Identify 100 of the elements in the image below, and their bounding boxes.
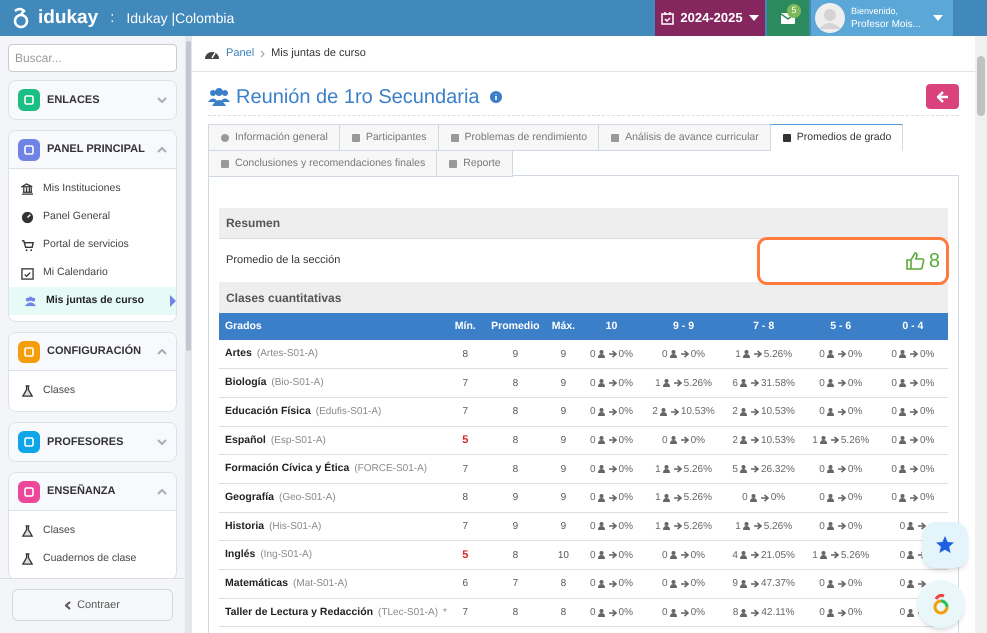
sidebar-item[interactable]: Clases xyxy=(9,377,176,405)
student-count: 0 xyxy=(900,606,906,620)
section-title: ENLACES xyxy=(47,92,101,108)
table-cell: 9 xyxy=(483,512,548,541)
subject-code: (His-S01-A) xyxy=(269,520,322,532)
student-count: 0 xyxy=(900,577,906,592)
section-header[interactable]: ENLACES xyxy=(9,81,176,119)
subject-code: (FORCE-S01-A) xyxy=(354,463,428,474)
breadcrumb-link[interactable]: Panel xyxy=(226,45,254,62)
student-count: 0 xyxy=(891,462,897,477)
student-count: 0 xyxy=(590,348,596,362)
subject-name: Inglés xyxy=(225,548,256,560)
table-cell: 8 xyxy=(447,340,484,369)
percentage: 0% xyxy=(848,376,862,391)
student-count: 0 xyxy=(590,405,596,420)
subject-code: (Ing-S01-A) xyxy=(260,549,312,560)
table-cell: 9 xyxy=(547,368,580,398)
section-header[interactable]: PANEL PRINCIPAL xyxy=(9,131,176,169)
section-header[interactable]: PROFESORES xyxy=(9,423,176,461)
percentage: 5.26% xyxy=(684,462,712,477)
table-cell: 8 xyxy=(483,540,548,570)
percentage: 47.37% xyxy=(760,577,795,592)
percentage: 5.26% xyxy=(840,548,870,563)
user-name: Profesor Mois... xyxy=(851,18,922,31)
student-count: 0 xyxy=(900,548,906,563)
student-count: 0 xyxy=(662,606,668,620)
subject-code: (Esp-S01-A) xyxy=(270,434,326,446)
percentage: 0% xyxy=(848,348,862,362)
percentage: 5.26% xyxy=(684,376,712,391)
student-count: 0 xyxy=(819,491,825,506)
section-header[interactable]: ENSEÑANZA xyxy=(9,473,176,511)
column-header: 5 - 6 xyxy=(804,313,878,340)
table-cell: 8 xyxy=(547,598,580,627)
tab[interactable]: Promedios de grado xyxy=(770,124,904,151)
student-count: 1 xyxy=(812,434,818,448)
percentage: 5.26% xyxy=(840,434,870,448)
table-cell: 7 xyxy=(483,570,548,598)
subject-code: (Edufis-S01-A) xyxy=(316,406,382,417)
breadcrumb-current: Mis juntas de curso xyxy=(271,46,366,62)
sidebar-item[interactable]: Panel General xyxy=(9,203,176,231)
student-count: 0 xyxy=(891,434,897,448)
subject-name: Biología xyxy=(225,376,266,388)
sidebar-item[interactable]: Portal de servicios xyxy=(9,231,176,259)
percentage: 0% xyxy=(618,520,633,534)
student-count: 1 xyxy=(655,462,661,477)
year-label: 2024-2025 xyxy=(680,9,743,28)
year-selector[interactable]: 2024-2025 xyxy=(655,0,765,36)
percentage: 0% xyxy=(618,376,633,391)
collapse-button[interactable]: Contraer xyxy=(12,589,173,621)
tab[interactable]: Problemas de rendimiento xyxy=(438,124,600,151)
student-count: 0 xyxy=(819,520,825,534)
table-cell: 8 xyxy=(547,570,580,598)
search-field[interactable]: Buscar... xyxy=(8,44,177,72)
percentage: 5.26% xyxy=(684,491,712,506)
column-header: 10 xyxy=(579,313,644,340)
section-header[interactable]: CONFIGURACIÓN xyxy=(9,333,176,371)
percentage: 0% xyxy=(848,520,862,534)
section-title: CONFIGURACIÓN xyxy=(47,343,142,360)
section-heading: Resumen xyxy=(226,215,280,232)
tab[interactable]: Información general xyxy=(208,124,340,151)
subject-code: (Artes-S01-A) xyxy=(256,348,318,360)
sidebar-item[interactable]: Mis juntas de curso xyxy=(9,287,176,315)
table-cell: 8 xyxy=(483,426,548,455)
tab[interactable]: Reporte xyxy=(436,150,513,177)
table-cell: 7 xyxy=(447,454,484,484)
column-header: Grados xyxy=(219,313,448,340)
sidebar-item[interactable]: Cuadernos de clase xyxy=(9,545,176,573)
table-cell: 5 xyxy=(447,426,484,455)
student-count: 0 xyxy=(742,491,748,506)
percentage: 0% xyxy=(920,434,934,448)
percentage: 0% xyxy=(690,606,706,620)
student-count: 0 xyxy=(662,348,668,362)
tab[interactable]: Análisis de avance curricular xyxy=(598,124,771,151)
table-cell: 9 xyxy=(547,512,580,541)
student-count: 0 xyxy=(819,405,825,420)
student-count: 0 xyxy=(891,376,897,391)
percentage: 0% xyxy=(618,434,633,448)
student-count: 9 xyxy=(732,577,738,592)
table-cell: 8 xyxy=(483,368,548,398)
tab[interactable]: Conclusiones y recomendaciones finales xyxy=(208,150,438,177)
sidebar-item[interactable]: Mi Calendario xyxy=(9,259,176,287)
average-value: 8 xyxy=(928,248,940,274)
subject-code: (TLec-S01-A) xyxy=(378,606,438,618)
percentage: 5.26% xyxy=(764,348,792,362)
table-cell: 9 xyxy=(483,483,548,512)
column-header: Máx. xyxy=(547,313,580,340)
sidebar-item[interactable]: Clases xyxy=(9,517,176,545)
student-count: 2 xyxy=(732,405,738,420)
student-count: 0 xyxy=(662,434,668,448)
tab[interactable]: Participantes xyxy=(338,124,439,151)
brand-name: idukay xyxy=(38,6,98,30)
percentage: 0% xyxy=(920,405,934,420)
table-cell: 10 xyxy=(547,540,580,570)
table-cell: 8 xyxy=(483,397,548,426)
column-header: 9 - 9 xyxy=(644,313,724,340)
student-count: 1 xyxy=(655,376,661,391)
percentage: 0% xyxy=(848,405,862,420)
student-count: 1 xyxy=(812,548,818,563)
sidebar-item[interactable]: Mis Instituciones xyxy=(9,175,176,203)
student-count: 0 xyxy=(590,520,596,534)
